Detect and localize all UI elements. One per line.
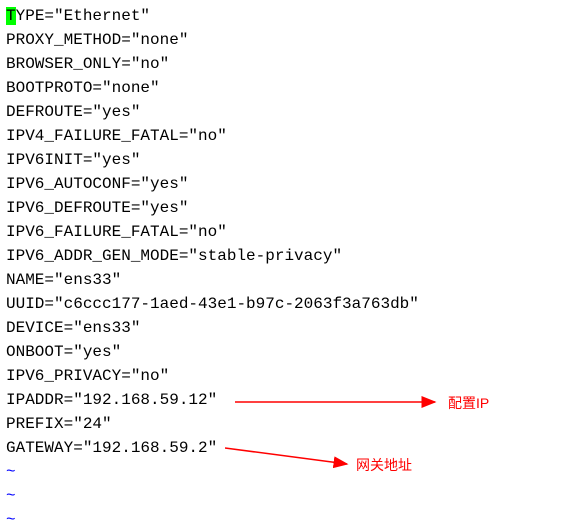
config-line: IPV4_FAILURE_FATAL="no" — [6, 124, 563, 148]
config-line: GATEWAY="192.168.59.2" — [6, 436, 563, 460]
config-line: IPV6_AUTOCONF="yes" — [6, 172, 563, 196]
config-line: IPV6_FAILURE_FATAL="no" — [6, 220, 563, 244]
cursor: T — [6, 7, 16, 25]
vim-tilde: ~ — [6, 460, 563, 484]
config-line: PROXY_METHOD="none" — [6, 28, 563, 52]
config-line: IPV6_ADDR_GEN_MODE="stable-privacy" — [6, 244, 563, 268]
config-line: ONBOOT="yes" — [6, 340, 563, 364]
config-line: DEVICE="ens33" — [6, 316, 563, 340]
config-line: IPV6INIT="yes" — [6, 148, 563, 172]
config-line: TYPE="Ethernet" — [6, 4, 563, 28]
vim-tilde: ~ — [6, 484, 563, 508]
config-line: PREFIX="24" — [6, 412, 563, 436]
config-line: DEFROUTE="yes" — [6, 100, 563, 124]
config-line: BROWSER_ONLY="no" — [6, 52, 563, 76]
config-line: IPV6_DEFROUTE="yes" — [6, 196, 563, 220]
config-line: NAME="ens33" — [6, 268, 563, 292]
vim-tilde: ~ — [6, 508, 563, 532]
config-line: IPADDR="192.168.59.12" — [6, 388, 563, 412]
config-line: BOOTPROTO="none" — [6, 76, 563, 100]
config-line: IPV6_PRIVACY="no" — [6, 364, 563, 388]
editor-content[interactable]: TYPE="Ethernet" PROXY_METHOD="none" BROW… — [6, 4, 563, 532]
config-line: UUID="c6ccc177-1aed-43e1-b97c-2063f3a763… — [6, 292, 563, 316]
